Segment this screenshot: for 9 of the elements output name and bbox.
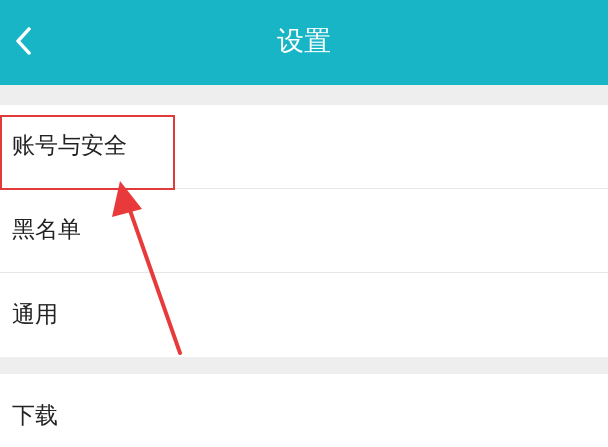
row-label: 通用 [12, 300, 58, 330]
row-label: 下载 [12, 402, 58, 431]
row-label: 账号与安全 [12, 132, 127, 162]
back-icon[interactable] [14, 26, 32, 56]
settings-row[interactable]: 下载 [0, 374, 608, 447]
settings-row[interactable]: 通用 [0, 273, 608, 357]
settings-row[interactable]: 账号与安全 [0, 105, 608, 189]
row-label: 黑名单 [12, 216, 81, 246]
page-title: 设置 [277, 25, 331, 60]
